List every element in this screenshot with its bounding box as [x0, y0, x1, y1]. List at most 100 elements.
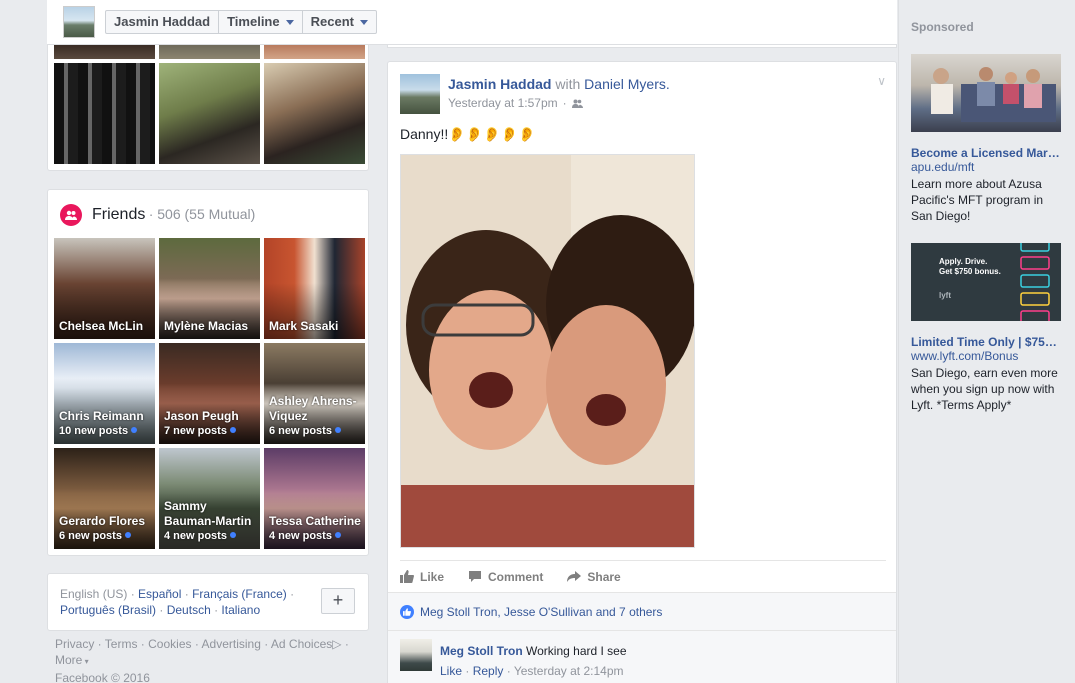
friend-name: Tessa Catherine [269, 514, 361, 528]
chevron-down-icon [285, 19, 294, 25]
timeline-dropdown[interactable]: Timeline [219, 11, 303, 33]
friend-tile[interactable]: Chris Reimann 10 new posts [54, 343, 155, 444]
previous-post-edge [387, 45, 897, 48]
post-options-chevron-icon[interactable]: ∨ [877, 74, 886, 88]
friend-name: Jason Peugh [164, 409, 239, 423]
new-posts-count: 6 new posts [59, 530, 122, 542]
friends-audience-icon[interactable] [571, 99, 583, 108]
likers-link[interactable]: Meg Stoll Tron, Jesse O'Sullivan and 7 o… [420, 605, 662, 619]
new-posts-count: 7 new posts [164, 425, 227, 437]
footer-more-link[interactable]: More [55, 653, 82, 667]
ad-choices-icon: ▷ [332, 637, 342, 651]
timeline-nav: Jasmin Haddad Timeline Recent [105, 10, 377, 34]
post-author-link[interactable]: Jasmin Haddad [448, 76, 551, 92]
friend-tile[interactable]: Mark Sasaki [264, 238, 365, 339]
with-text: with [555, 76, 581, 92]
comment-body: Meg Stoll Tron Working hard I see Like ·… [440, 644, 627, 678]
ad-item[interactable]: Become a Licensed Marria... apu.edu/mft … [911, 54, 1061, 224]
like-button[interactable]: Like [400, 570, 444, 584]
profile-avatar[interactable] [63, 6, 95, 38]
language-link-de[interactable]: Deutsch [167, 603, 211, 617]
recent-dropdown[interactable]: Recent [303, 11, 376, 33]
ad-graphic [1020, 243, 1050, 321]
new-posts-count: 10 new posts [59, 425, 129, 437]
photo-thumbnail[interactable] [54, 45, 155, 59]
current-language: English (US) [60, 587, 128, 601]
footer-link-privacy[interactable]: Privacy [55, 637, 94, 651]
new-posts-dot-icon [229, 427, 236, 433]
ad-title-link[interactable]: Become a Licensed Marria... [911, 146, 1061, 160]
friend-tile[interactable]: Tessa Catherine 4 new posts [264, 448, 365, 549]
comment-text: Working hard I see [526, 644, 627, 658]
friend-tile[interactable]: Ashley Ahrens-Viquez 6 new posts [264, 343, 365, 444]
new-posts-count: 4 new posts [164, 530, 227, 542]
timeline-post: Jasmin Haddad with Daniel Myers. Yesterd… [387, 61, 897, 683]
language-link-it[interactable]: Italiano [221, 603, 260, 617]
photo-thumbnail[interactable] [159, 45, 260, 59]
add-language-button[interactable]: + [321, 588, 355, 614]
friends-title-link[interactable]: Friends [92, 206, 145, 223]
timeline-label: Timeline [227, 14, 280, 29]
author-avatar[interactable] [400, 74, 440, 114]
footer-link-ad-choices[interactable]: Ad Choices [271, 637, 332, 651]
profile-name-button[interactable]: Jasmin Haddad [106, 11, 220, 33]
language-link-pt[interactable]: Português (Brasil) [60, 603, 156, 617]
footer-link-terms[interactable]: Terms [105, 637, 138, 651]
commenter-name-link[interactable]: Meg Stoll Tron [440, 644, 523, 658]
friend-name: Chris Reimann [59, 409, 144, 423]
like-reaction-icon [400, 604, 414, 619]
new-posts-dot-icon [334, 532, 341, 538]
new-posts-count: 4 new posts [269, 530, 332, 542]
ad-image[interactable]: Apply. Drive. Get $750 bonus. lyft [911, 243, 1061, 321]
footer-link-advertising[interactable]: Advertising [202, 637, 261, 651]
comment-reply-link[interactable]: Reply [473, 664, 504, 678]
friend-name: Chelsea McLin [59, 319, 144, 333]
photo-grid [54, 45, 365, 164]
commenter-avatar[interactable] [400, 639, 432, 671]
footer-link-cookies[interactable]: Cookies [148, 637, 191, 651]
new-posts-count: 6 new posts [269, 425, 332, 437]
new-posts-dot-icon [124, 532, 131, 538]
friend-tile[interactable]: Gerardo Flores 6 new posts [54, 448, 155, 549]
comment-like-link[interactable]: Like [440, 664, 462, 678]
footer: Privacy · Terms · Cookies · Advertising … [55, 637, 349, 683]
friend-tile[interactable]: Chelsea McLin [54, 238, 155, 339]
like-label: Like [420, 569, 445, 584]
friends-icon [60, 204, 82, 226]
language-link-fr[interactable]: Français (France) [192, 587, 287, 601]
tagged-person-link[interactable]: Daniel Myers. [584, 76, 670, 92]
photo-thumbnail[interactable] [54, 63, 155, 164]
comment-timestamp[interactable]: Yesterday at 2:14pm [514, 664, 624, 678]
chevron-down-icon: ▾ [82, 657, 89, 666]
share-button[interactable]: Share [567, 570, 621, 584]
friends-card: Friends · 506 (55 Mutual) Chelsea McLin … [47, 189, 369, 556]
ad-title-link[interactable]: Limited Time Only | $750 B... [911, 335, 1061, 349]
profile-name-label: Jasmin Haddad [114, 14, 211, 29]
share-icon [567, 571, 582, 582]
ad-url[interactable]: apu.edu/mft [911, 160, 1061, 175]
ad-item[interactable]: Apply. Drive. Get $750 bonus. lyft Limit… [911, 243, 1061, 413]
photo-thumbnail[interactable] [159, 63, 260, 164]
ad-url[interactable]: www.lyft.com/Bonus [911, 349, 1061, 364]
friend-tile[interactable]: Mylène Macias [159, 238, 260, 339]
friend-name: Mylène Macias [164, 319, 249, 333]
sponsored-column: Sponsored Become a Licensed Marria... ap… [898, 0, 1075, 683]
ad-image-text: Apply. Drive. [939, 257, 988, 266]
language-list: English (US) · Español · Français (Franc… [60, 587, 295, 617]
ad-image[interactable] [911, 54, 1061, 132]
photo-image [401, 155, 694, 547]
comment-button[interactable]: Comment [468, 570, 543, 584]
friend-tile[interactable]: Sammy Bauman-Martin 4 new posts [159, 448, 260, 549]
likes-summary: Meg Stoll Tron, Jesse O'Sullivan and 7 o… [388, 592, 896, 630]
language-link-es[interactable]: Español [138, 587, 181, 601]
photos-card [47, 45, 369, 171]
friends-count: · 506 (55 Mutual) [148, 206, 256, 222]
friend-name: Sammy Bauman-Martin [164, 499, 252, 528]
photo-thumbnail[interactable] [264, 63, 365, 164]
friend-tile[interactable]: Jason Peugh 7 new posts [159, 343, 260, 444]
post-actions: Like Comment Share [400, 560, 886, 592]
photo-thumbnail[interactable] [264, 45, 365, 59]
ad-description: Learn more about Azusa Pacific's MFT pro… [911, 177, 1044, 223]
post-timestamp[interactable]: Yesterday at 1:57pm [448, 96, 558, 110]
post-photo[interactable] [400, 154, 695, 548]
